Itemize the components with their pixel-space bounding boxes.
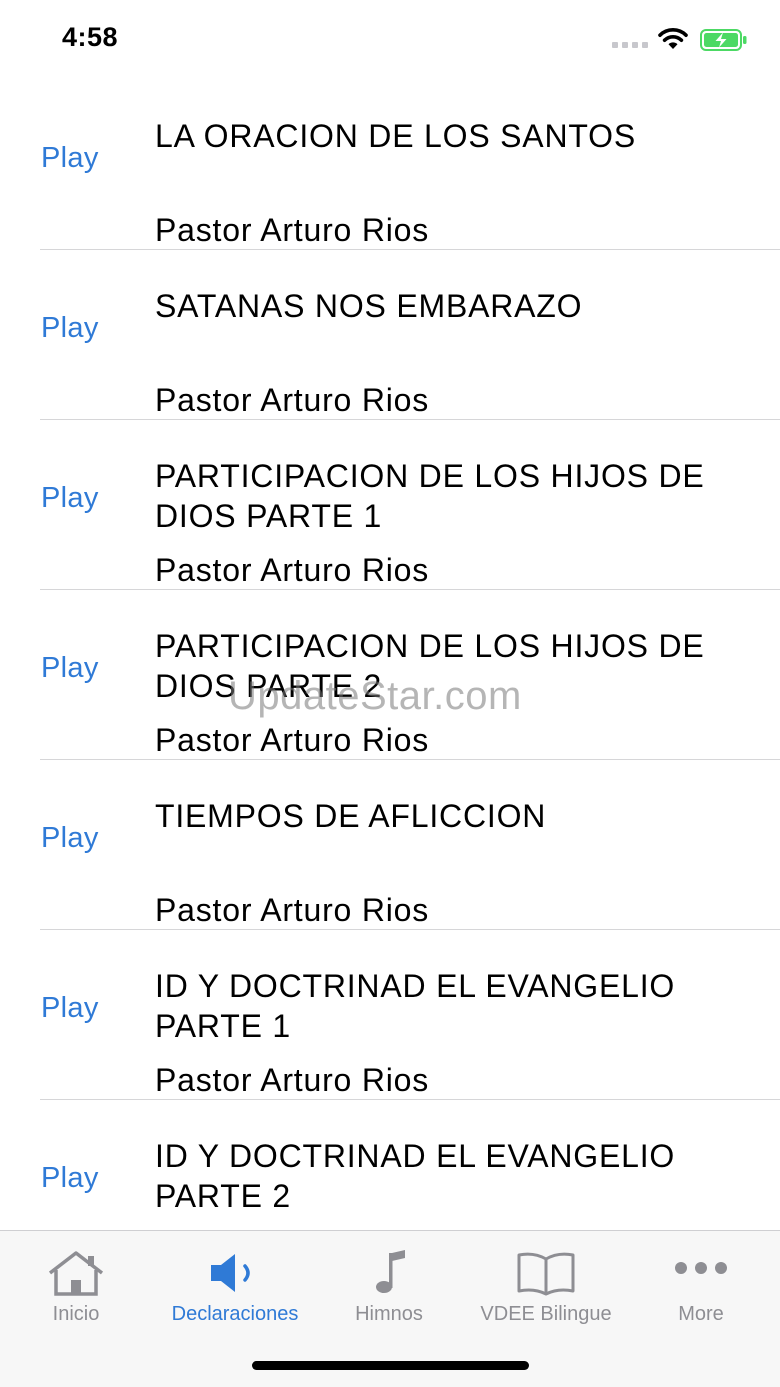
play-button[interactable]: Play bbox=[41, 822, 99, 855]
sermon-author: Pastor Arturo Rios bbox=[155, 382, 430, 418]
tab-more[interactable]: More bbox=[651, 1231, 751, 1341]
tab-label: Declaraciones bbox=[171, 1303, 299, 1325]
tab-label: Himnos bbox=[355, 1303, 423, 1325]
sermon-list[interactable]: Play LA ORACION DE LOS SANTOS Pastor Art… bbox=[0, 80, 780, 1230]
sermon-author: Pastor Arturo Rios bbox=[155, 722, 430, 758]
sermon-author: Pastor Arturo Rios bbox=[155, 552, 430, 588]
house-icon bbox=[44, 1249, 108, 1297]
list-item[interactable]: Play LA ORACION DE LOS SANTOS Pastor Art… bbox=[0, 80, 780, 250]
sermon-title: TIEMPOS DE AFLICCION bbox=[155, 798, 547, 834]
music-note-icon bbox=[357, 1249, 421, 1297]
list-item[interactable]: Play PARTICIPACION DE LOS HIJOS DE DIOS … bbox=[0, 420, 780, 590]
book-icon bbox=[514, 1249, 578, 1297]
list-item[interactable]: Play ID Y DOCTRINAD EL EVANGELIO PARTE 1… bbox=[0, 930, 780, 1100]
play-button[interactable]: Play bbox=[41, 652, 99, 685]
play-button[interactable]: Play bbox=[41, 142, 99, 175]
sermon-author: Pastor Arturo Rios bbox=[155, 892, 430, 928]
list-item[interactable]: Play SATANAS NOS EMBARAZO Pastor Arturo … bbox=[0, 250, 780, 420]
tab-label: Inicio bbox=[52, 1303, 100, 1325]
status-time: 4:58 bbox=[62, 22, 119, 52]
sermon-title: ID Y DOCTRINAD EL EVANGELIO PARTE 1 bbox=[155, 968, 676, 1044]
tab-himnos[interactable]: Himnos bbox=[339, 1231, 439, 1341]
play-button[interactable]: Play bbox=[41, 312, 99, 345]
sermon-title: PARTICIPACION DE LOS HIJOS DE DIOS PARTE… bbox=[155, 458, 705, 534]
play-button[interactable]: Play bbox=[41, 482, 99, 515]
sermon-title: SATANAS NOS EMBARAZO bbox=[155, 288, 583, 324]
sermon-title: LA ORACION DE LOS SANTOS bbox=[155, 118, 636, 154]
status-bar: 4:58 bbox=[0, 0, 780, 80]
play-button[interactable]: Play bbox=[41, 992, 99, 1025]
list-item[interactable]: Play TIEMPOS DE AFLICCION Pastor Arturo … bbox=[0, 760, 780, 930]
tab-inicio[interactable]: Inicio bbox=[26, 1231, 126, 1341]
sermon-author: Pastor Arturo Rios bbox=[155, 1062, 430, 1098]
tab-label: VDEE Bilingue bbox=[480, 1303, 612, 1325]
tab-vdee-bilingue[interactable]: VDEE Bilingue bbox=[470, 1231, 622, 1341]
play-button[interactable]: Play bbox=[41, 1162, 99, 1195]
speaker-icon bbox=[203, 1249, 267, 1297]
sermon-title: ID Y DOCTRINAD EL EVANGELIO PARTE 2 bbox=[155, 1138, 676, 1214]
sermon-author: Pastor Arturo Rios bbox=[155, 212, 430, 248]
tab-declaraciones[interactable]: Declaraciones bbox=[160, 1231, 310, 1341]
battery-charging-icon bbox=[700, 29, 747, 51]
more-dots-icon bbox=[669, 1249, 733, 1297]
tab-label: More bbox=[678, 1303, 724, 1325]
cellular-dots-icon bbox=[612, 42, 648, 48]
wifi-icon bbox=[658, 28, 688, 49]
list-item[interactable]: Play ID Y DOCTRINAD EL EVANGELIO PARTE 2 bbox=[0, 1100, 780, 1230]
watermark: UpdateStar.com bbox=[228, 674, 522, 718]
home-indicator[interactable] bbox=[252, 1361, 529, 1370]
